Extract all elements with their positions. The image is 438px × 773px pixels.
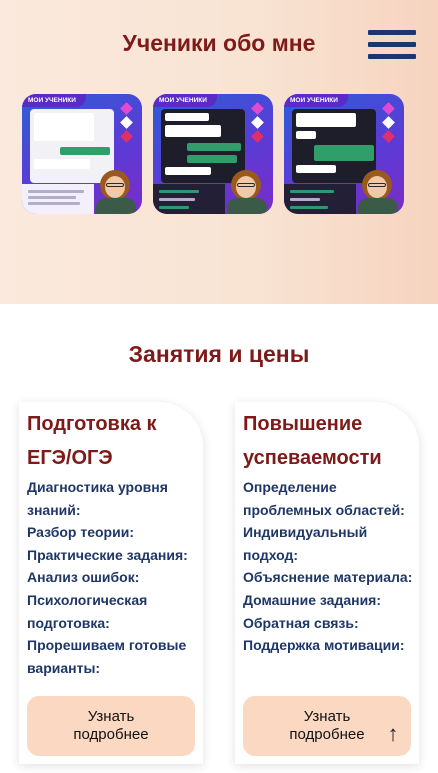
list-item: Разбор теории: (27, 524, 134, 541)
review-tag: МОИ УЧЕНИКИ (284, 94, 348, 107)
list-item: Определение проблемных областей: (243, 479, 405, 518)
arrow-up-icon[interactable]: ↑ (383, 720, 403, 748)
teacher-photo (225, 168, 267, 214)
reviews-section: Ученики обо мне МОИ УЧЕНИКИ МОИ УЧЕНИКИ (0, 0, 438, 304)
diamond-icon (120, 130, 133, 143)
card-title: Повышение успеваемости (243, 413, 382, 469)
review-card-1[interactable]: МОИ УЧЕНИКИ (22, 94, 142, 214)
card-features-list: Определение проблемных областей: Индивид… (243, 476, 419, 657)
pricing-card-grades: Повышение успеваемости Определение пробл… (235, 402, 419, 764)
pricing-card-exam-prep: Подготовка к ЕГЭ/ОГЭ Диагностика уровня … (19, 402, 203, 764)
learn-more-button[interactable]: Узнать подробнее (27, 696, 195, 756)
card-features-list: Диагностика уровня знаний: Разбор теории… (27, 476, 203, 679)
review-card-2[interactable]: МОИ УЧЕНИКИ (153, 94, 273, 214)
list-item: Прорешиваем готовые варианты: (27, 637, 187, 676)
list-item: Домашние задания: (243, 591, 382, 608)
button-label: Узнать подробнее (289, 708, 365, 743)
review-tag: МОИ УЧЕНИКИ (22, 94, 86, 107)
diamond-icon (251, 102, 264, 115)
review-card-3[interactable]: МОИ УЧЕНИКИ (284, 94, 404, 214)
diamond-icon (382, 130, 395, 143)
teacher-photo (94, 168, 136, 214)
review-tag: МОИ УЧЕНИКИ (153, 94, 217, 107)
list-item: Психологическая подготовка: (27, 591, 148, 631)
diamond-icon (382, 102, 395, 115)
list-item: Обратная связь: (243, 614, 359, 631)
list-item: Индивидуальный подход: (243, 524, 368, 563)
card-title: Подготовка к ЕГЭ/ОГЭ (27, 413, 157, 469)
chat-excerpt (284, 184, 356, 214)
diamond-icon (251, 116, 264, 129)
diamond-icon (251, 130, 264, 143)
list-item: Практические задания: (27, 546, 188, 563)
pricing-title: Занятия и цены (128, 341, 310, 367)
list-item: Анализ ошибок: (27, 569, 140, 586)
button-label: Узнать подробнее (73, 708, 149, 743)
diamond-icon (120, 116, 133, 129)
list-item: Объяснение материала: (243, 569, 413, 586)
list-item: Поддержка мотивации: (243, 637, 405, 654)
hamburger-menu-icon[interactable] (368, 30, 416, 62)
diamond-icon (120, 102, 133, 115)
diamond-icon (382, 116, 395, 129)
teacher-photo (356, 168, 398, 214)
list-item: Диагностика уровня знаний: (27, 479, 168, 518)
chat-excerpt (22, 184, 94, 214)
chat-excerpt (153, 184, 225, 214)
